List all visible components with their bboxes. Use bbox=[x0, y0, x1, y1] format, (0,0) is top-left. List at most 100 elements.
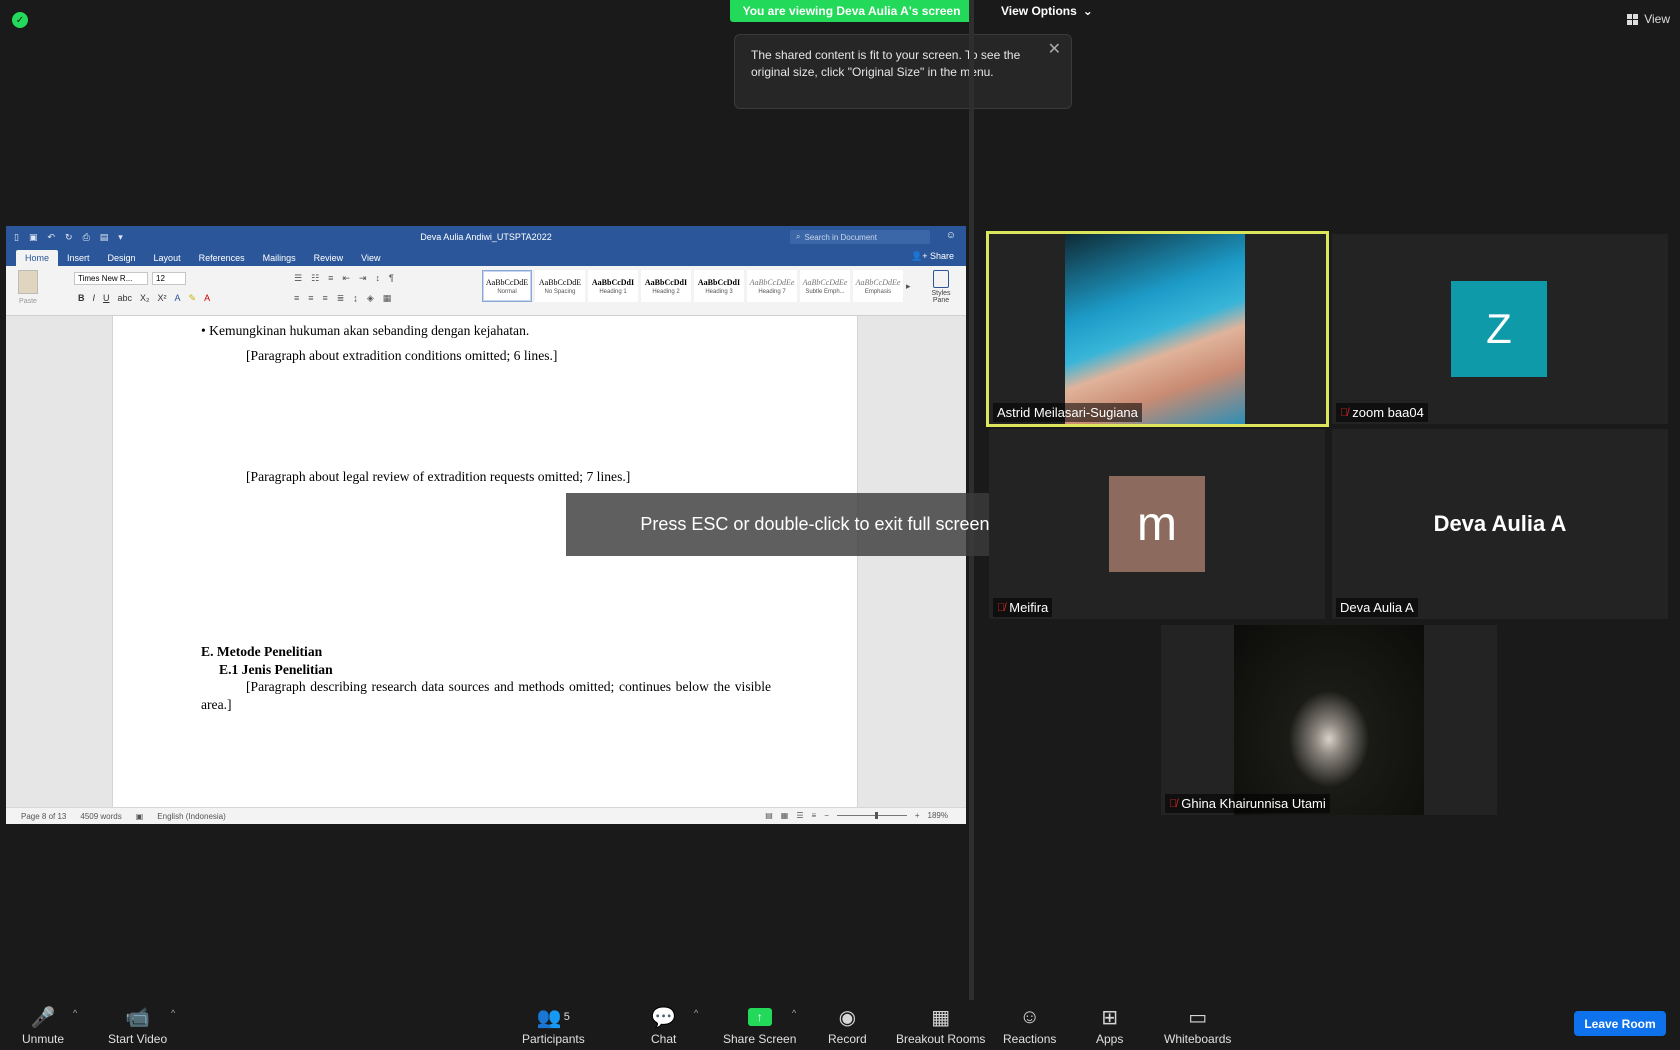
mic-muted-icon: 🎙̸ bbox=[1340, 406, 1349, 419]
style-heading-7[interactable]: AaBbCcDdEe Heading 7 bbox=[747, 270, 797, 302]
outline-icon[interactable]: ☰ bbox=[796, 811, 803, 820]
decrease-indent-icon[interactable]: ⇤ bbox=[342, 273, 350, 284]
styles-pane-button[interactable]: Styles Pane bbox=[926, 270, 956, 304]
style-label: Heading 1 bbox=[599, 288, 627, 295]
tab-view[interactable]: View bbox=[352, 250, 389, 266]
document-page[interactable]: • Kemungkinan hukuman akan sebanding den… bbox=[112, 316, 858, 807]
share-button[interactable]: 👤+ Share bbox=[911, 251, 954, 262]
zoom-in-icon[interactable]: + bbox=[915, 811, 920, 820]
zoom-level[interactable]: 189% bbox=[928, 811, 948, 820]
zoom-slider[interactable] bbox=[836, 812, 907, 819]
chat-icon: 💬 bbox=[651, 1006, 677, 1029]
bold-button[interactable]: B bbox=[78, 293, 85, 304]
style-heading-3[interactable]: AaBbCcDdI Heading 3 bbox=[694, 270, 744, 302]
video-tile-ghina[interactable]: 🎙̸ Ghina Khairunnisa Utami bbox=[1161, 625, 1497, 815]
encryption-shield-icon[interactable]: ✓ bbox=[12, 12, 28, 28]
style-label: Heading 7 bbox=[758, 288, 786, 295]
strikethrough-button[interactable]: abc bbox=[118, 293, 133, 304]
apps-button[interactable]: ⊞ Apps bbox=[1096, 1006, 1123, 1047]
line-spacing-icon[interactable]: ↨ bbox=[353, 293, 358, 304]
align-center-icon[interactable]: ≡ bbox=[308, 293, 313, 304]
breakout-rooms-button[interactable]: ▦ Breakout Rooms bbox=[896, 1006, 985, 1047]
style-heading-2[interactable]: AaBbCcDdI Heading 2 bbox=[641, 270, 691, 302]
font-color-icon[interactable]: A bbox=[204, 293, 210, 304]
view-options-button[interactable]: View Options ⌄ bbox=[993, 0, 1101, 22]
zoom-out-icon[interactable]: − bbox=[824, 811, 829, 820]
styles-more-icon[interactable]: ▸ bbox=[906, 281, 911, 292]
participant-video bbox=[1065, 234, 1245, 424]
style-normal[interactable]: AaBbCcDdE Normal bbox=[482, 270, 532, 302]
style-preview: AaBbCcDdI bbox=[697, 277, 741, 287]
focus-icon[interactable]: ≡ bbox=[812, 811, 817, 820]
sort-icon[interactable]: ↕ bbox=[376, 273, 381, 284]
highlight-icon[interactable]: ✎ bbox=[189, 293, 197, 304]
share-options-caret[interactable]: ^ bbox=[792, 1008, 796, 1018]
video-tile-astrid[interactable]: Astrid Meilasari-Sugiana bbox=[986, 231, 1329, 427]
tab-insert[interactable]: Insert bbox=[58, 250, 99, 266]
view-button[interactable]: View bbox=[1627, 12, 1670, 26]
align-right-icon[interactable]: ≡ bbox=[323, 293, 328, 304]
participant-name-label: Astrid Meilasari-Sugiana bbox=[993, 403, 1142, 422]
italic-button[interactable]: I bbox=[93, 293, 96, 304]
style-heading-1[interactable]: AaBbCcDdI Heading 1 bbox=[588, 270, 638, 302]
participant-big-name: Deva Aulia A bbox=[1433, 511, 1567, 536]
proofing-icon[interactable]: ▣ bbox=[136, 812, 144, 821]
style-emphasis[interactable]: AaBbCcDdEe Emphasis bbox=[853, 270, 903, 302]
paste-button[interactable]: Paste bbox=[14, 270, 42, 312]
style-preview: AaBbCcDdI bbox=[591, 277, 635, 287]
show-marks-icon[interactable]: ¶ bbox=[389, 273, 394, 284]
superscript-button[interactable]: X² bbox=[158, 293, 167, 304]
tab-layout[interactable]: Layout bbox=[145, 250, 190, 266]
chat-options-caret[interactable]: ^ bbox=[694, 1008, 698, 1018]
leave-room-button[interactable]: Leave Room bbox=[1574, 1011, 1666, 1036]
web-layout-icon[interactable]: ▦ bbox=[781, 811, 789, 820]
language-label[interactable]: English (Indonesia) bbox=[157, 812, 225, 821]
borders-icon[interactable]: ▦ bbox=[383, 293, 392, 304]
start-video-button[interactable]: 📹 Start Video bbox=[108, 1006, 167, 1047]
whiteboards-label: Whiteboards bbox=[1164, 1032, 1232, 1046]
home-ribbon: Paste Times New R... 12 B I U abc X₂ X² … bbox=[6, 266, 966, 316]
participants-button[interactable]: 👥 5 Participants bbox=[522, 1006, 585, 1047]
font-size-select[interactable]: 12 bbox=[152, 272, 186, 285]
video-options-caret[interactable]: ^ bbox=[171, 1008, 175, 1018]
record-button[interactable]: ◉ Record bbox=[828, 1006, 867, 1047]
document-canvas[interactable]: • Kemungkinan hukuman akan sebanding den… bbox=[6, 316, 966, 807]
chat-button[interactable]: 💬 Chat bbox=[651, 1006, 677, 1047]
font-name-select[interactable]: Times New R... bbox=[74, 272, 148, 285]
underline-button[interactable]: U bbox=[103, 293, 110, 304]
video-tile-zoom-baa04[interactable]: Z 🎙̸ zoom baa04 bbox=[1332, 234, 1668, 424]
word-count[interactable]: 4509 words bbox=[80, 812, 121, 821]
video-tile-meifira[interactable]: m 🎙̸ Meifira bbox=[989, 429, 1325, 619]
whiteboard-icon: ▭ bbox=[1188, 1006, 1208, 1029]
tab-design[interactable]: Design bbox=[99, 250, 145, 266]
tab-mailings[interactable]: Mailings bbox=[254, 250, 305, 266]
audio-options-caret[interactable]: ^ bbox=[73, 1008, 77, 1018]
chevron-down-icon: ⌄ bbox=[1082, 4, 1093, 18]
print-layout-icon[interactable]: ▤ bbox=[765, 811, 773, 820]
shading-icon[interactable]: ◈ bbox=[367, 293, 374, 304]
justify-icon[interactable]: ≣ bbox=[337, 293, 345, 304]
bullets-icon[interactable]: ☰ bbox=[294, 273, 302, 284]
increase-indent-icon[interactable]: ⇥ bbox=[359, 273, 367, 284]
style-subtle-emphasis[interactable]: AaBbCcDdEe Subtle Emph... bbox=[800, 270, 850, 302]
zoom-thumb[interactable] bbox=[874, 812, 878, 819]
page-count[interactable]: Page 8 of 13 bbox=[21, 812, 66, 821]
text-effects-icon[interactable]: A bbox=[175, 293, 181, 304]
subscript-button[interactable]: X₂ bbox=[140, 293, 150, 304]
search-document-input[interactable]: ⌕ Search in Document bbox=[790, 230, 930, 244]
tab-home[interactable]: Home bbox=[16, 250, 59, 266]
tab-references[interactable]: References bbox=[190, 250, 254, 266]
unmute-button[interactable]: 🎤 Unmute bbox=[22, 1006, 64, 1047]
style-no-spacing[interactable]: AaBbCcDdE No Spacing bbox=[535, 270, 585, 302]
whiteboards-button[interactable]: ▭ Whiteboards bbox=[1164, 1006, 1232, 1047]
share-screen-button[interactable]: ↑ Share Screen bbox=[723, 1006, 796, 1046]
reactions-button[interactable]: ☺ Reactions bbox=[1003, 1006, 1056, 1047]
participants-icon: 👥 5 bbox=[536, 1006, 570, 1029]
numbering-icon[interactable]: ☷ bbox=[311, 273, 319, 284]
close-icon[interactable]: ✕ bbox=[1048, 41, 1061, 58]
multilevel-list-icon[interactable]: ≡ bbox=[328, 273, 333, 284]
video-tile-deva[interactable]: Deva Aulia A Deva Aulia A bbox=[1332, 429, 1668, 619]
align-left-icon[interactable]: ≡ bbox=[294, 293, 299, 304]
feedback-smiley-icon[interactable]: ☺ bbox=[946, 230, 956, 241]
tab-review[interactable]: Review bbox=[305, 250, 353, 266]
